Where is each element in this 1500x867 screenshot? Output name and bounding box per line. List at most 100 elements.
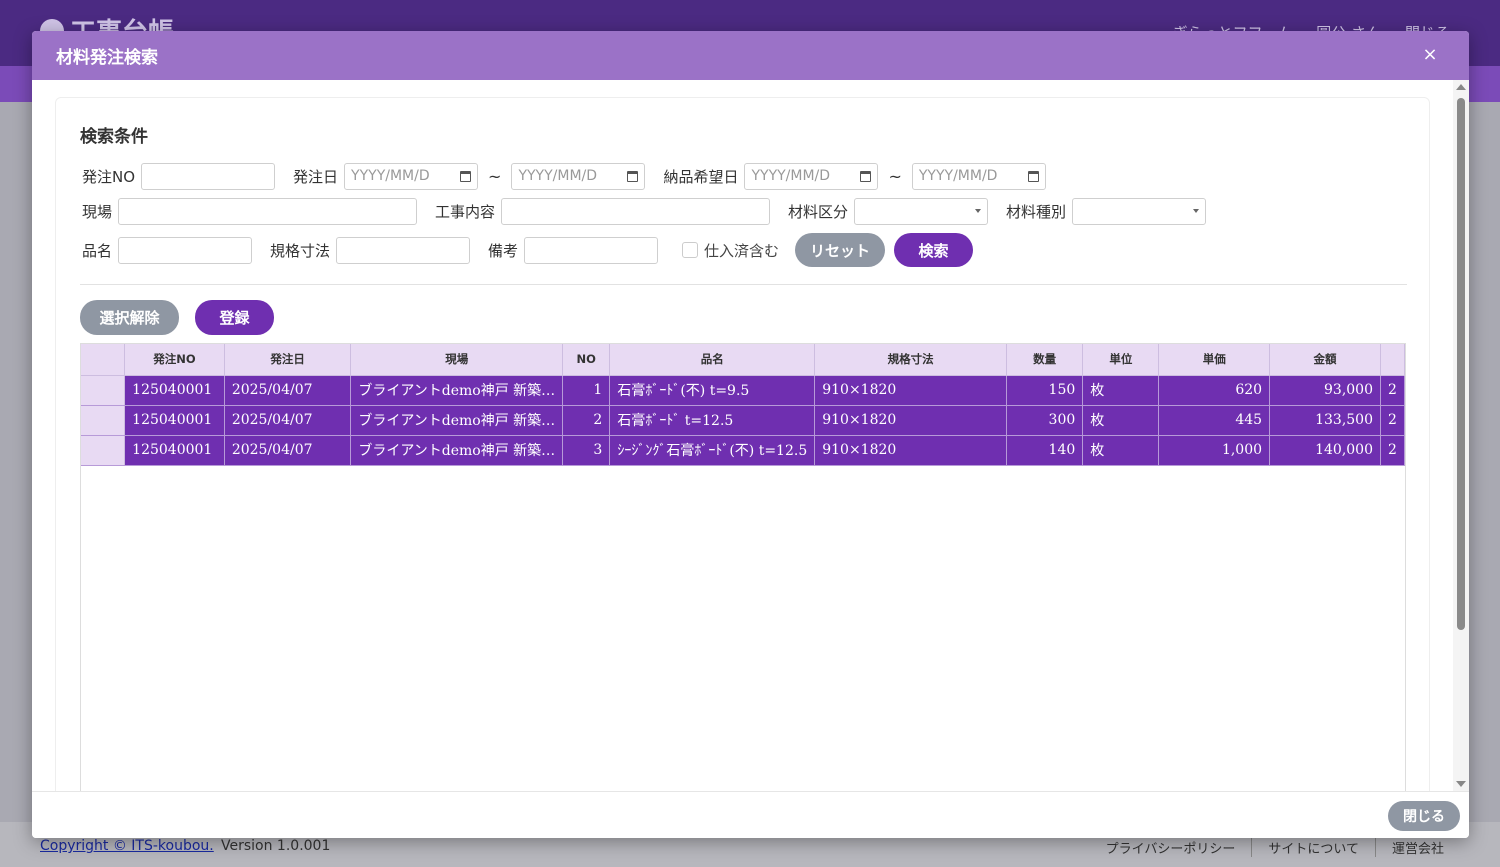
material-type-label: 材料種別 (1006, 202, 1067, 221)
order-date-label: 発注日 (293, 167, 339, 186)
table-row[interactable]: 125040001 2025/04/07 ブライアントdemo神戸 新築… 2 … (81, 405, 1405, 436)
table-row[interactable]: 125040001 2025/04/07 ブライアントdemo神戸 新築… 3 … (81, 435, 1405, 466)
scroll-up-icon[interactable] (1456, 84, 1466, 90)
col-no[interactable]: NO (562, 344, 611, 376)
material-category-label: 材料区分 (788, 202, 849, 221)
company-link[interactable]: 運営会社 (1374, 838, 1460, 857)
col-spec[interactable]: 規格寸法 (814, 344, 1008, 376)
privacy-link[interactable]: プライバシーポリシー (1090, 838, 1252, 857)
calendar-icon[interactable] (460, 170, 472, 182)
cell-date: 2025/04/07 (224, 405, 352, 436)
col-select[interactable] (81, 344, 126, 376)
cell-date: 2025/04/07 (224, 435, 352, 466)
cell-site: ブライアントdemo神戸 新築… (350, 405, 564, 436)
row-select-cell[interactable] (81, 435, 126, 466)
col-order-no[interactable]: 発注NO (124, 344, 225, 376)
modal-header: 材料発注検索 × (32, 31, 1469, 80)
note-input[interactable] (524, 236, 659, 264)
col-site[interactable]: 現場 (350, 344, 564, 376)
include-purchased-label: 仕入済含む (704, 241, 780, 260)
scroll-down-icon[interactable] (1456, 781, 1466, 787)
filter-row-2: 現場 工事内容 材料区分 材料種別 (80, 197, 1207, 225)
row-select-cell[interactable] (81, 405, 126, 436)
site-input[interactable] (118, 197, 418, 225)
spec-label: 規格寸法 (270, 241, 331, 260)
checkbox-box[interactable] (682, 242, 699, 258)
calendar-icon[interactable] (627, 170, 639, 182)
date-range-tilde: ~ (488, 166, 502, 186)
table-row[interactable]: 125040001 2025/04/07 ブライアントdemo神戸 新築… 1 … (81, 375, 1405, 406)
order-date-to-placeholder: YYYY/MM/D (518, 168, 598, 184)
delivery-date-from-input[interactable]: YYYY/MM/D (744, 162, 879, 190)
cell-price: 620 (1158, 375, 1271, 406)
order-no-label: 発注NO (82, 167, 136, 186)
copyright-link[interactable]: Copyright © ITS-koubou. (40, 838, 214, 854)
row-select-cell[interactable] (81, 375, 126, 406)
scroll-thumb[interactable] (1457, 98, 1465, 630)
cell-site: ブライアントdemo神戸 新築… (350, 375, 564, 406)
material-type-select[interactable] (1072, 197, 1207, 225)
cell-overflow: 2 (1380, 405, 1405, 436)
col-qty[interactable]: 数量 (1006, 344, 1084, 376)
delivery-date-to-placeholder: YYYY/MM/D (918, 168, 998, 184)
delivery-date-label: 納品希望日 (663, 167, 739, 186)
spec-input[interactable] (336, 236, 471, 264)
close-icon[interactable]: × (1419, 44, 1441, 66)
register-button[interactable]: 登録 (195, 300, 274, 335)
reset-button[interactable]: リセット (795, 233, 886, 267)
section-title: 検索条件 (80, 127, 148, 147)
col-overflow (1380, 344, 1405, 376)
cell-no: 1 (562, 375, 611, 406)
cell-item: 石膏ﾎﾞｰﾄﾞ t=12.5 (609, 405, 816, 436)
order-date-to-input[interactable]: YYYY/MM/D (511, 162, 646, 190)
delivery-range-tilde: ~ (888, 166, 902, 186)
cell-unit: 枚 (1082, 435, 1160, 466)
calendar-icon[interactable] (1027, 170, 1039, 182)
cell-amount: 93,000 (1269, 375, 1381, 406)
calendar-icon[interactable] (860, 170, 872, 182)
cell-date: 2025/04/07 (224, 375, 352, 406)
modal-scrollbar[interactable] (1453, 80, 1469, 791)
col-unit[interactable]: 単位 (1082, 344, 1160, 376)
footer-links: プライバシーポリシー サイトについて 運営会社 (1090, 838, 1460, 857)
cell-price: 1,000 (1158, 435, 1271, 466)
col-price[interactable]: 単価 (1158, 344, 1271, 376)
item-input[interactable] (118, 236, 253, 264)
col-item[interactable]: 品名 (609, 344, 816, 376)
cell-no: 3 (562, 435, 611, 466)
search-button[interactable]: 検索 (894, 233, 974, 267)
order-date-from-input[interactable]: YYYY/MM/D (344, 162, 479, 190)
delivery-date-to-input[interactable]: YYYY/MM/D (911, 162, 1046, 190)
cell-item: ｼｰｼﾞﾝｸﾞ石膏ﾎﾞｰﾄﾞ(不) t=12.5 (609, 435, 816, 466)
include-purchased-checkbox[interactable]: 仕入済含む (682, 240, 779, 261)
item-label: 品名 (82, 241, 113, 260)
about-link[interactable]: サイトについて (1251, 838, 1375, 857)
divider (80, 284, 1407, 285)
version-text: Version 1.0.001 (221, 838, 331, 854)
material-category-select[interactable] (854, 197, 989, 225)
col-order-date[interactable]: 発注日 (224, 344, 352, 376)
close-button[interactable]: 閉じる (1388, 801, 1460, 831)
filter-row-1: 発注NO 発注日 YYYY/MM/D ~ YYYY/MM/D 納品希望日 YYY… (80, 162, 1046, 190)
col-amount[interactable]: 金額 (1269, 344, 1381, 376)
table-header-row: 発注NO 発注日 現場 NO 品名 規格寸法 数量 単位 単価 金額 (81, 344, 1405, 376)
cell-price: 445 (1158, 405, 1271, 436)
order-no-input[interactable] (141, 162, 276, 190)
cell-no: 2 (562, 405, 611, 436)
cell-spec: 910×1820 (814, 435, 1008, 466)
cell-overflow: 2 (1380, 375, 1405, 406)
filter-row-3: 品名 規格寸法 備考 仕入済含む リセット 検索 (80, 232, 974, 268)
cell-unit: 枚 (1082, 405, 1160, 436)
work-input[interactable] (501, 197, 771, 225)
modal-body: 検索条件 発注NO 発注日 YYYY/MM/D ~ YYYY/MM/D 納品希望… (32, 80, 1469, 817)
order-date-from-placeholder: YYYY/MM/D (351, 168, 430, 184)
note-label: 備考 (488, 241, 519, 260)
cell-order-no: 125040001 (124, 405, 225, 436)
modal-footer: 閉じる (32, 791, 1469, 838)
cell-spec: 910×1820 (814, 405, 1008, 436)
deselect-button[interactable]: 選択解除 (80, 300, 179, 335)
search-card: 検索条件 発注NO 発注日 YYYY/MM/D ~ YYYY/MM/D 納品希望… (55, 97, 1430, 817)
cell-spec: 910×1820 (814, 375, 1008, 406)
cell-site: ブライアントdemo神戸 新築… (350, 435, 564, 466)
cell-qty: 140 (1006, 435, 1084, 466)
